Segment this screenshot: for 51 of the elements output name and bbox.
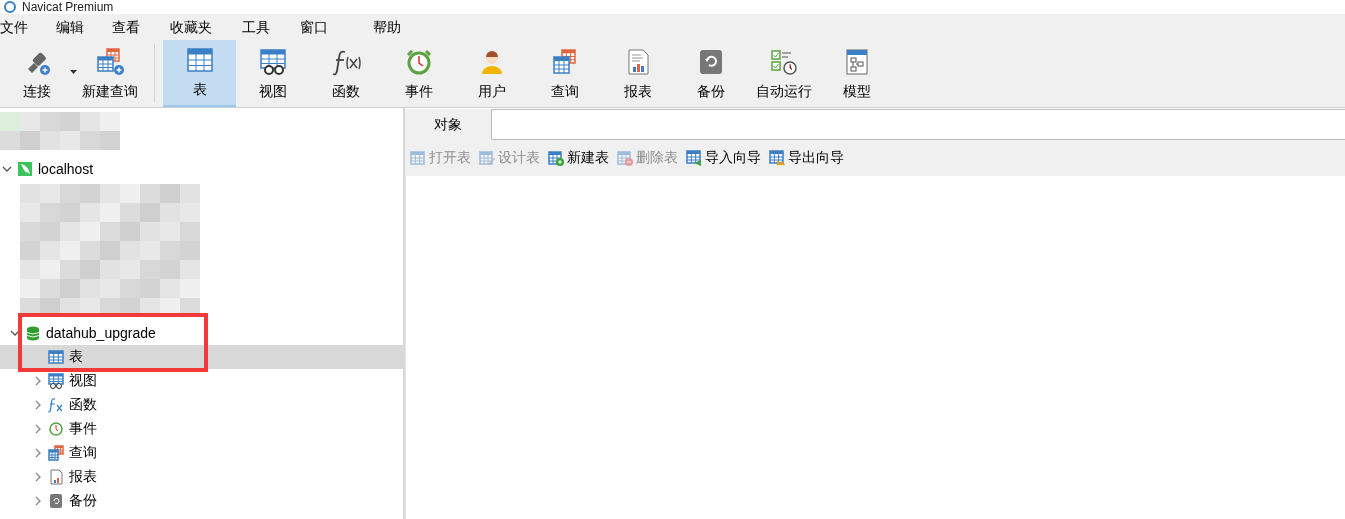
toolbar-button[interactable]: 导入向导: [686, 149, 761, 167]
toolbar-button[interactable]: 表: [163, 40, 236, 107]
menu-item[interactable]: 文件: [0, 17, 28, 37]
menu-item[interactable]: 编辑: [56, 17, 84, 37]
table-pencil-icon: [479, 150, 495, 166]
backup-icon: [48, 493, 64, 509]
tab[interactable]: 对象: [405, 109, 492, 140]
toolbar-button[interactable]: 自动运行: [747, 40, 820, 107]
menu-item[interactable]: 查看: [112, 17, 140, 37]
toolbar-button[interactable]: 导出向导: [769, 149, 844, 167]
window-title: Navicat Premium: [22, 0, 114, 14]
table-minus-icon: [617, 150, 633, 166]
glasses-table-icon: [257, 47, 288, 77]
tree-item[interactable]: 函数: [0, 393, 403, 417]
toolbar-button[interactable]: 连接: [0, 40, 73, 107]
function-icon: [48, 397, 64, 413]
toolbar-button[interactable]: 新建表: [548, 149, 609, 167]
menu-item[interactable]: 帮助: [373, 17, 401, 37]
glasses-table-icon: [48, 373, 64, 389]
menu-item[interactable]: 窗口: [300, 17, 328, 37]
tree-item[interactable]: 报表: [0, 465, 403, 489]
dolphin-icon: [17, 161, 33, 177]
toolbar-button[interactable]: 模型: [820, 40, 893, 107]
toolbar-button[interactable]: 备份: [674, 40, 747, 107]
query-table-icon: [48, 445, 64, 461]
toolbar-button[interactable]: 函数: [309, 40, 382, 107]
alarm-clock-icon: [48, 421, 64, 437]
tree-item[interactable]: localhost: [0, 157, 403, 181]
table-icon: [184, 45, 215, 75]
toolbar-button[interactable]: 新建查询: [73, 40, 146, 107]
database-icon: [25, 325, 41, 341]
app-icon: [4, 1, 16, 13]
toolbar-button[interactable]: 报表: [601, 40, 674, 107]
checklist-clock-icon: [768, 47, 799, 77]
report-icon: [48, 469, 64, 485]
menu-item[interactable]: 收藏夹: [170, 17, 212, 37]
table-plus-icon: [94, 47, 125, 77]
tree-item[interactable]: 视图: [0, 369, 403, 393]
menu-item[interactable]: 工具: [242, 17, 270, 37]
tree-item[interactable]: 表: [0, 345, 403, 369]
toolbar-button[interactable]: 查询: [528, 40, 601, 107]
table-icon: [48, 349, 64, 365]
toolbar-button[interactable]: 视图: [236, 40, 309, 107]
tree-item[interactable]: 备份: [0, 489, 403, 513]
table-icon: [410, 150, 426, 166]
tree-item[interactable]: 事件: [0, 417, 403, 441]
toolbar-button[interactable]: 事件: [382, 40, 455, 107]
tree-item[interactable]: 查询: [0, 441, 403, 465]
tree-item[interactable]: datahub_upgrade: [0, 321, 403, 345]
toolbar-button[interactable]: 用户: [455, 40, 528, 107]
table-plus-icon: [548, 150, 564, 166]
